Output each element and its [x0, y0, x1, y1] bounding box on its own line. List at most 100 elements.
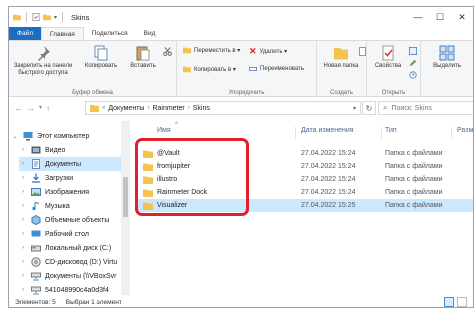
quick-access-dropdown[interactable]: ▾: [54, 14, 57, 21]
window-title: Skins: [71, 12, 90, 22]
refresh-icon: ↻: [365, 103, 373, 113]
expand-chevron-icon[interactable]: ›: [19, 147, 27, 153]
expand-chevron-icon[interactable]: ›: [19, 175, 27, 181]
expand-chevron-icon[interactable]: ›: [19, 287, 27, 293]
copy-button[interactable]: Копировать: [81, 45, 121, 70]
open-icon[interactable]: [409, 47, 417, 55]
history-icon[interactable]: [409, 71, 417, 79]
rename-button[interactable]: Переименовать: [249, 65, 304, 73]
expand-chevron-icon[interactable]: ›: [19, 273, 27, 279]
up-arrow-icon[interactable]: ↑: [46, 104, 50, 113]
new-item-icon[interactable]: [359, 47, 366, 56]
new-folder-button[interactable]: Новая папка: [321, 45, 361, 70]
quick-access-toolbar: ▾: [13, 12, 65, 22]
nav-item-documents[interactable]: › Документы: [19, 157, 121, 171]
tab-share[interactable]: Поделиться: [84, 27, 136, 40]
cut-icon[interactable]: [163, 47, 172, 56]
column-divider[interactable]: [451, 127, 452, 139]
expand-chevron-icon[interactable]: ›: [19, 217, 27, 223]
properties-label: Свойства: [374, 63, 402, 69]
details-view-icon[interactable]: [444, 297, 454, 307]
column-divider[interactable]: [381, 127, 382, 139]
recent-chevron-icon[interactable]: ▾: [39, 104, 42, 113]
file-date: 27.04.2022 15:24: [301, 163, 356, 170]
expand-chevron-icon[interactable]: ›: [19, 231, 27, 237]
nav-item-video[interactable]: › Видео: [19, 143, 121, 157]
breadcrumb-separator-icon[interactable]: ›: [188, 105, 190, 111]
properties-icon[interactable]: [32, 13, 40, 21]
address-dropdown-icon[interactable]: ▾: [353, 105, 356, 112]
nav-item-label: Документы (\\VBoxSvr: [45, 272, 117, 280]
tab-view[interactable]: Вид: [136, 27, 164, 40]
navigation-scrollbar[interactable]: [121, 121, 130, 295]
search-input[interactable]: ⌕ Поиск: Skins: [378, 101, 473, 115]
pin-quick-access-button[interactable]: Закрепить на панели быстрого доступа: [11, 45, 75, 77]
video-folder-icon: [31, 146, 41, 154]
nav-item-music[interactable]: › Музыка: [19, 199, 121, 213]
nav-item-downloads[interactable]: › Загрузки: [19, 171, 121, 185]
properties-button[interactable]: Свойства: [369, 45, 407, 70]
maximize-button[interactable]: ☐: [429, 7, 451, 27]
address-row: ← → ▾ ↑ « Документы › Rainmeter › Skins …: [9, 98, 473, 118]
breadcrumb-overflow[interactable]: «: [102, 105, 105, 111]
delete-icon: ✕: [249, 46, 257, 56]
new-folder-label: Новая папка: [323, 63, 359, 69]
back-arrow-icon[interactable]: ←: [15, 104, 23, 113]
expand-chevron-icon[interactable]: ›: [19, 161, 27, 167]
nav-item-pictures[interactable]: › Изображения: [19, 185, 121, 199]
refresh-button[interactable]: ↻: [362, 101, 376, 115]
nav-item-local-disk[interactable]: › Локальный диск (C:): [19, 241, 121, 255]
breadcrumb-skins[interactable]: Skins: [193, 105, 210, 112]
paste-button[interactable]: Вставить: [125, 45, 161, 70]
nav-item-label: Этот компьютер: [37, 132, 90, 140]
select-label: Выделить: [433, 63, 461, 69]
breadcrumb-separator-icon[interactable]: ›: [147, 105, 149, 111]
large-icons-view-icon[interactable]: [457, 297, 467, 307]
collapse-chevron-icon[interactable]: ⌄: [11, 133, 19, 140]
expand-chevron-icon[interactable]: ›: [19, 245, 27, 251]
title-bar: ▾ Skins — ☐ ✕: [9, 7, 473, 27]
breadcrumb-rainmeter[interactable]: Rainmeter: [152, 105, 184, 112]
column-header-name[interactable]: Имя: [157, 127, 171, 134]
3d-objects-icon: [31, 215, 41, 225]
new-folder-icon[interactable]: [43, 13, 51, 21]
column-header-date[interactable]: Дата изменения: [301, 127, 354, 134]
expand-chevron-icon[interactable]: ›: [19, 203, 27, 209]
search-placeholder: Поиск: Skins: [391, 104, 432, 112]
forward-arrow-icon[interactable]: →: [27, 104, 35, 113]
nav-item-desktop[interactable]: › Рабочий стол: [19, 227, 121, 241]
scrollbar-thumb[interactable]: [123, 177, 128, 217]
move-to-button[interactable]: Переместить в ▾: [183, 46, 240, 54]
nav-item-3d-objects[interactable]: › Объемные объекты: [19, 213, 121, 227]
pin-label: Закрепить на панели быстрого доступа: [13, 63, 73, 76]
status-bar: Элементов: 5 Выбран 1 элемент: [9, 295, 473, 307]
nav-item-network-documents[interactable]: › Документы (\\VBoxSvr: [19, 269, 121, 283]
pictures-folder-icon: [31, 188, 41, 196]
nav-item-this-pc[interactable]: ⌄ Этот компьютер: [11, 129, 121, 143]
delete-button[interactable]: ✕ Удалить ▾: [249, 46, 287, 57]
column-header-type[interactable]: Тип: [385, 127, 397, 134]
tab-file[interactable]: Файл: [9, 27, 41, 40]
copy-to-label: Копировать в ▾: [194, 66, 236, 73]
computer-icon: [23, 132, 33, 141]
breadcrumb-documents[interactable]: Документы: [108, 105, 144, 112]
expand-chevron-icon[interactable]: ›: [19, 259, 27, 265]
divider: [26, 12, 27, 22]
select-button[interactable]: Выделить: [427, 45, 467, 70]
documents-folder-icon: [32, 159, 40, 169]
edit-icon[interactable]: [409, 59, 417, 67]
status-selected-count: Выбран 1 элемент: [65, 298, 122, 306]
expand-chevron-icon[interactable]: ›: [19, 189, 27, 195]
nav-item-label: 541048990c4a0d3f4: [45, 286, 109, 294]
column-divider[interactable]: [295, 127, 296, 139]
copy-to-button[interactable]: Копировать в ▾: [183, 65, 236, 73]
nav-item-cd-drive[interactable]: › CD-дисковод (D:) Virtu: [19, 255, 121, 269]
select-group: Выделить: [421, 41, 473, 97]
new-group: Новая папка Создать: [317, 41, 367, 97]
tab-home[interactable]: Главная: [40, 27, 84, 40]
address-bar[interactable]: « Документы › Rainmeter › Skins ▾: [85, 101, 361, 115]
nav-item-label: Загрузки: [45, 174, 74, 182]
column-header-size[interactable]: Разм: [457, 127, 473, 134]
close-button[interactable]: ✕: [451, 7, 473, 27]
minimize-button[interactable]: —: [407, 7, 429, 27]
